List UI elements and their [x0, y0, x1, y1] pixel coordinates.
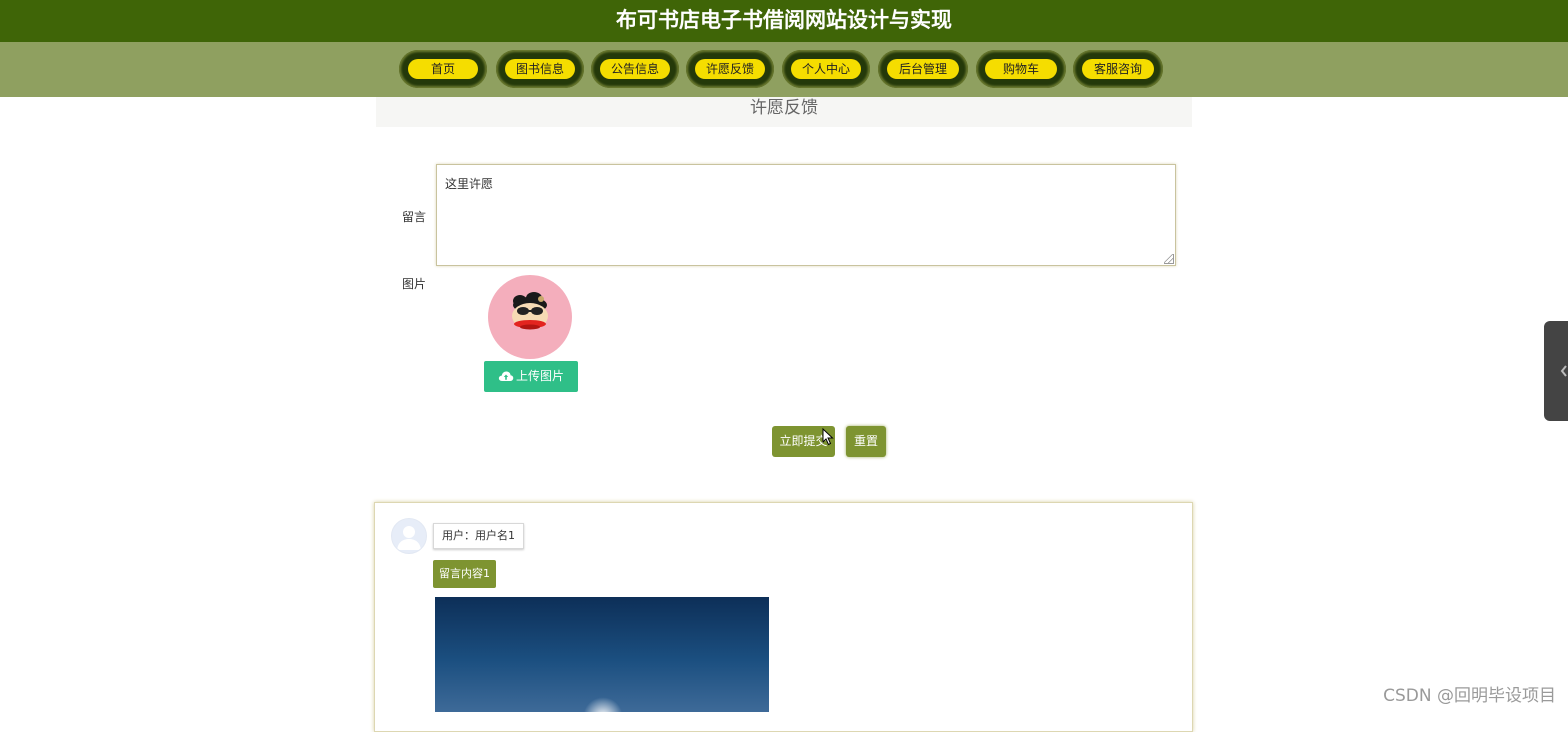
watermark: CSDN @回明毕设项目 — [1383, 686, 1556, 706]
nav-label: 后台管理 — [887, 59, 959, 79]
nav-label: 客服咨询 — [1082, 59, 1154, 79]
nav-label: 图书信息 — [505, 59, 575, 79]
nav-label: 许愿反馈 — [695, 59, 765, 79]
nav-label: 购物车 — [985, 59, 1057, 79]
main-nav: 首页 图书信息 公告信息 许愿反馈 个人中心 后台管理 购物车 客服咨询 — [0, 42, 1568, 97]
nav-item-home[interactable]: 首页 — [399, 50, 487, 88]
upload-image-button[interactable]: 上传图片 — [484, 361, 578, 392]
comment-image — [435, 597, 769, 712]
nav-item-support[interactable]: 客服咨询 — [1073, 50, 1163, 88]
comment-username: 用户：用户名1 — [433, 523, 524, 549]
upload-label: 上传图片 — [515, 369, 564, 383]
user-avatar — [391, 518, 427, 554]
site-title: 布可书店电子书借阅网站设计与实现 — [616, 8, 952, 32]
cloud-upload-icon — [498, 371, 514, 381]
nav-item-profile[interactable]: 个人中心 — [782, 50, 870, 88]
chevron-left-icon — [1560, 365, 1567, 377]
side-drawer-tab[interactable] — [1544, 321, 1568, 421]
page-title: 许愿反馈 — [750, 98, 818, 118]
nav-item-books[interactable]: 图书信息 — [496, 50, 584, 88]
mouse-cursor-icon — [822, 428, 834, 446]
message-textarea[interactable]: 这里许愿 — [436, 164, 1176, 266]
user-silhouette-icon — [397, 526, 421, 550]
reset-button[interactable]: 重置 — [846, 426, 886, 457]
message-text: 这里许愿 — [445, 177, 494, 191]
nav-label: 公告信息 — [600, 59, 670, 79]
light-glow — [583, 697, 623, 712]
nav-item-cart[interactable]: 购物车 — [976, 50, 1066, 88]
message-label: 留言 — [402, 210, 427, 224]
monkey-avatar-icon — [512, 292, 548, 330]
nav-label: 个人中心 — [791, 59, 861, 79]
resize-handle[interactable] — [1164, 254, 1174, 264]
nav-item-wishes[interactable]: 许愿反馈 — [686, 50, 774, 88]
nav-label: 首页 — [408, 59, 478, 79]
uploaded-image-preview — [488, 275, 572, 359]
nav-item-admin[interactable]: 后台管理 — [878, 50, 968, 88]
image-label: 图片 — [402, 277, 427, 291]
nav-item-notices[interactable]: 公告信息 — [591, 50, 679, 88]
comment-content: 留言内容1 — [433, 560, 496, 588]
